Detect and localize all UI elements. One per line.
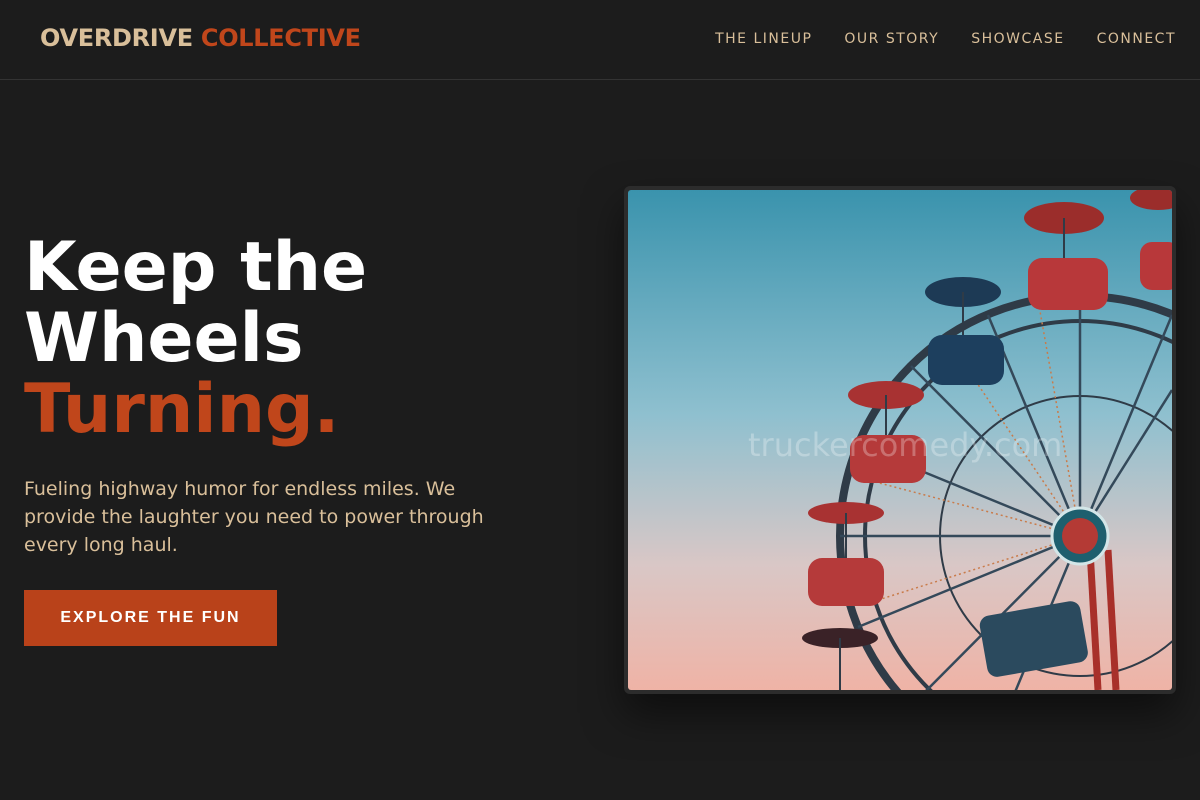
logo[interactable]: OVERDRIVE COLLECTIVE: [40, 24, 361, 52]
ferris-wheel-photo: truckercomedy.com: [628, 190, 1172, 690]
site-header: OVERDRIVE COLLECTIVE THE LINEUP OUR STOR…: [0, 0, 1200, 80]
watermark: truckercomedy.com: [748, 426, 1063, 464]
logo-word-overdrive: OVERDRIVE: [40, 24, 193, 52]
hero-subtitle: Fueling highway humor for endless miles.…: [24, 478, 484, 556]
nav-item-our-story[interactable]: OUR STORY: [844, 31, 939, 47]
nav-item-connect[interactable]: CONNECT: [1097, 31, 1176, 47]
hub: [1050, 506, 1110, 566]
hero-title-line-2: Wheels: [24, 299, 304, 378]
hero-image-frame: truckercomedy.com: [624, 186, 1176, 694]
logo-word-collective: COLLECTIVE: [200, 24, 361, 52]
main-nav: THE LINEUP OUR STORY SHOWCASE CONNECT: [715, 31, 1176, 47]
hero-title: Keep the Wheels Turning.: [24, 232, 367, 445]
hero-title-accent: Turning.: [24, 370, 340, 449]
hero-title-line-1: Keep the: [24, 228, 368, 307]
nav-item-lineup[interactable]: THE LINEUP: [715, 31, 812, 47]
nav-item-showcase[interactable]: SHOWCASE: [971, 31, 1064, 47]
explore-button[interactable]: EXPLORE THE FUN: [24, 590, 277, 646]
